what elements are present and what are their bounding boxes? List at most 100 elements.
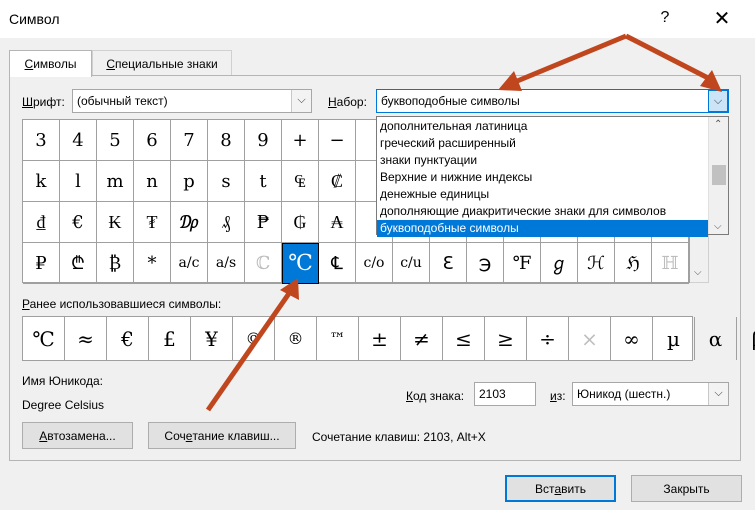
subset-label-text: абор: [336,95,367,109]
chevron-down-icon[interactable]: ⌵ [708,90,728,112]
symbol-cell[interactable]: ℂ [245,243,282,284]
recent-symbol-cell[interactable]: ℃ [23,317,65,360]
symbol-cell[interactable]: p [171,161,208,202]
symbol-cell[interactable]: ℄ [319,243,356,284]
recent-symbol-cell[interactable]: ¥ [191,317,233,360]
symbol-cell[interactable]: a/c [171,243,208,284]
symbol-cell[interactable]: ℈ [467,243,504,284]
symbol-cell[interactable]: n [134,161,171,202]
symbol-cell[interactable]: 5 [97,120,134,161]
recent-symbol-cell[interactable]: × [569,317,611,360]
from-select-value: Юникод (шестн.) [577,387,671,401]
symbol-cell[interactable]: ₭ [97,202,134,243]
char-code-accesskey: К [406,389,413,403]
symbol-cell[interactable]: ℍ [652,243,689,284]
symbol-cell[interactable]: ₲ [282,202,319,243]
close-button[interactable]: Закрыть [631,475,742,502]
symbol-cell[interactable]: k [23,161,60,202]
recent-symbol-cell[interactable]: ≠ [401,317,443,360]
symbol-cell[interactable]: ℌ [615,243,652,284]
symbol-cell[interactable]: € [60,202,97,243]
symbol-cell[interactable]: l [60,161,97,202]
recent-symbol-cell[interactable]: ÷ [527,317,569,360]
subset-option[interactable]: знаки пунктуации [377,152,708,169]
symbol-cell[interactable]: − [319,120,356,161]
help-button[interactable]: ? [655,9,675,27]
symbol-cell[interactable]: 6 [134,120,171,161]
symbol-cell[interactable]: t [245,161,282,202]
symbol-cell[interactable]: 3 [23,120,60,161]
recent-symbol-cell[interactable]: β [737,317,755,360]
symbol-cell[interactable]: ℋ [578,243,615,284]
chevron-down-icon[interactable]: ⌵ [291,90,311,112]
symbol-cell[interactable]: ₰ [208,202,245,243]
scroll-up-icon[interactable]: ⌃ [714,119,722,130]
autocorrect-button[interactable]: Автозамена... [22,422,133,449]
symbol-cell[interactable]: + [282,120,319,161]
symbol-cell[interactable]: s [208,161,245,202]
from-label: из: [550,389,566,403]
symbol-cell[interactable]: c/o [356,243,393,284]
symbol-cell[interactable]: ₯ [171,202,208,243]
insert-label-pre: Вст [534,481,555,496]
symbol-cell[interactable]: ₫ [23,202,60,243]
recent-symbol-cell[interactable]: € [107,317,149,360]
subset-label-accesskey: Н [328,95,337,109]
symbol-cell[interactable]: ₳ [319,202,356,243]
symbol-cell[interactable]: 8 [208,120,245,161]
symbol-cell[interactable]: ₱ [245,202,282,243]
dropdown-scrollbar[interactable]: ⌃ ⌵ [708,117,728,234]
recent-label-text: анее использовавшиеся символы: [29,297,222,311]
close-window-button[interactable]: ✕ [710,6,734,31]
char-code-input[interactable]: 2103 [474,382,536,406]
subset-option[interactable]: дополнительная латиница [377,118,708,135]
subset-option[interactable]: греческий расширенный [377,135,708,152]
symbol-cell[interactable]: c/u [393,243,430,284]
scroll-down-icon[interactable]: ⌵ [714,221,722,232]
recent-symbol-cell[interactable]: © [233,317,275,360]
tab-special-characters[interactable]: Специальные знаки [92,50,232,75]
symbol-cell[interactable]: 7 [171,120,208,161]
recent-symbol-cell[interactable]: ™ [317,317,359,360]
recent-symbol-cell[interactable]: ≤ [443,317,485,360]
symbol-cell[interactable]: * [134,243,171,284]
symbol-cell[interactable]: ℃ [282,243,319,284]
insert-button[interactable]: Вст а вить [505,475,616,502]
from-label-text: з: [556,389,566,403]
scrollbar-thumb[interactable] [712,165,726,185]
font-select[interactable]: (обычный текст) ⌵ [72,89,312,113]
symbol-cell[interactable]: ℊ [541,243,578,284]
recent-symbol-cell[interactable]: ± [359,317,401,360]
recent-symbol-cell[interactable]: ≈ [65,317,107,360]
scroll-down-icon[interactable]: ⌵ [694,267,702,278]
subset-option[interactable]: дополняющие диакритические знаки для сим… [377,203,708,220]
recent-symbols-row[interactable]: ℃≈€£¥©®™±≠≤≥÷×∞µαβ [22,316,755,361]
recent-symbol-cell[interactable]: ≥ [485,317,527,360]
symbol-cell[interactable]: ℇ [430,243,467,284]
symbol-cell[interactable]: ₠ [282,161,319,202]
recent-symbol-cell[interactable]: ∞ [611,317,653,360]
symbol-cell[interactable]: ℉ [504,243,541,284]
subset-option[interactable]: Верхние и нижние индексы [377,169,708,186]
recent-symbol-cell[interactable]: £ [149,317,191,360]
recent-symbol-cell[interactable]: µ [653,317,695,360]
from-select[interactable]: Юникод (шестн.) ⌵ [572,382,729,406]
symbol-cell[interactable]: ₽ [23,243,60,284]
subset-select[interactable]: буквоподобные символы ⌵ [376,89,729,113]
subset-dropdown-list[interactable]: ⌃ ⌵ дополнительная латиница греческий рас… [376,116,729,237]
symbol-cell[interactable]: ₡ [319,161,356,202]
symbol-cell[interactable]: ₿ [97,243,134,284]
recent-symbol-cell[interactable]: α [695,317,737,360]
symbol-cell[interactable]: 9 [245,120,282,161]
symbol-cell[interactable]: 4 [60,120,97,161]
shortcut-key-button[interactable]: Соч е тание клавиш... [148,422,296,449]
tab-symbols[interactable]: Символы [9,50,92,77]
subset-option[interactable]: буквоподобные символы [377,220,708,237]
symbol-cell[interactable]: ₾ [60,243,97,284]
recent-symbol-cell[interactable]: ® [275,317,317,360]
symbol-cell[interactable]: ₮ [134,202,171,243]
chevron-down-icon[interactable]: ⌵ [708,383,728,405]
symbol-cell[interactable]: a/s [208,243,245,284]
symbol-cell[interactable]: m [97,161,134,202]
subset-option[interactable]: денежные единицы [377,186,708,203]
